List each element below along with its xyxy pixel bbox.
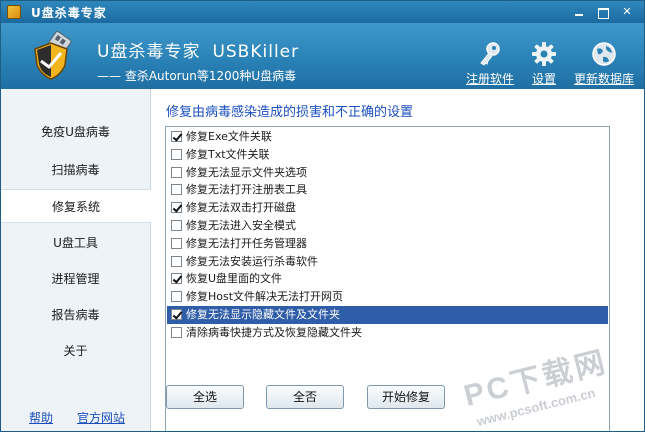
- nav-item-processes[interactable]: 进程管理: [1, 262, 150, 296]
- nav-item-immunize[interactable]: 免疫U盘病毒: [1, 115, 150, 149]
- repair-option-row[interactable]: 修复无法显示隐藏文件及文件夹: [167, 306, 608, 324]
- repair-option-checkbox[interactable]: [171, 273, 182, 285]
- app-window: U盘杀毒专家 ✕ U盘杀毒专家 USBKiller —— 查杀Autorun等12…: [0, 0, 645, 432]
- usb-shield-logo-icon: [34, 31, 72, 80]
- window-title: U盘杀毒专家: [31, 6, 107, 20]
- repair-option-checkbox[interactable]: [171, 202, 182, 214]
- repair-option-row[interactable]: 修复无法安装运行杀毒软件: [167, 253, 608, 271]
- repair-option-row[interactable]: 恢复U盘里面的文件: [167, 270, 608, 288]
- repair-option-checkbox[interactable]: [171, 255, 182, 267]
- repair-option-checkbox[interactable]: [171, 309, 182, 320]
- nav-item-about[interactable]: 关于: [1, 334, 150, 368]
- title-bar[interactable]: U盘杀毒专家 ✕: [1, 1, 644, 23]
- repair-option-label: 修复无法显示文件夹选项: [186, 165, 307, 179]
- maximize-button[interactable]: [595, 4, 611, 20]
- globe-icon: [592, 42, 616, 66]
- repair-option-label: 恢复U盘里面的文件: [186, 272, 283, 286]
- close-button[interactable]: ✕: [619, 4, 635, 20]
- nav-item-report[interactable]: 报告病毒: [1, 298, 150, 332]
- repair-option-checkbox[interactable]: [171, 326, 182, 338]
- repair-option-label: 修复无法打开注册表工具: [186, 183, 307, 197]
- slogan: —— 查杀Autorun等1200种U盘病毒: [97, 69, 297, 83]
- repair-option-row[interactable]: 修复无法打开注册表工具: [167, 181, 608, 199]
- repair-option-row[interactable]: 修复Txt文件关联: [167, 146, 608, 164]
- repair-option-row[interactable]: 修复无法打开任务管理器: [167, 235, 608, 253]
- repair-option-label: 修复无法打开任务管理器: [186, 236, 307, 250]
- repair-option-row[interactable]: 清除病毒快捷方式及恢复隐藏文件夹: [167, 324, 608, 342]
- help-link[interactable]: 帮助: [29, 409, 53, 426]
- repair-option-label: 清除病毒快捷方式及恢复隐藏文件夹: [186, 325, 362, 339]
- repair-option-row[interactable]: 修复无法双击打开磁盘: [167, 199, 608, 217]
- minimize-button[interactable]: [571, 4, 587, 20]
- select-none-button[interactable]: 全否: [266, 385, 344, 409]
- repair-option-row[interactable]: 修复Host文件解决无法打开网页: [167, 288, 608, 306]
- register-label: 注册软件: [465, 72, 514, 86]
- select-all-button[interactable]: 全选: [166, 385, 244, 409]
- start-repair-button[interactable]: 开始修复: [367, 385, 445, 409]
- header-banner: U盘杀毒专家 USBKiller —— 查杀Autorun等1200种U盘病毒 注…: [1, 23, 644, 89]
- repair-option-checkbox[interactable]: [171, 148, 182, 160]
- repair-option-row[interactable]: 修复无法进入安全模式: [167, 217, 608, 235]
- brand-en: USBKiller: [212, 42, 300, 62]
- repair-option-checkbox[interactable]: [171, 184, 182, 196]
- repair-option-row[interactable]: 修复Exe文件关联: [167, 128, 608, 146]
- repair-option-label: 修复Host文件解决无法打开网页: [186, 290, 344, 304]
- repair-option-label: 修复Txt文件关联: [186, 147, 270, 161]
- repair-option-label: 修复无法进入安全模式: [186, 219, 296, 232]
- nav-item-scan[interactable]: 扫描病毒: [1, 153, 150, 187]
- repair-option-row[interactable]: 修复无法显示文件夹选项: [167, 164, 608, 182]
- repair-option-checkbox[interactable]: [171, 166, 182, 178]
- update-label: 更新数据库: [573, 72, 634, 86]
- sidebar: 免疫U盘病毒 扫描病毒 修复系统 U盘工具 进程管理 报告病毒 关于 帮助 官方…: [1, 89, 151, 431]
- gear-icon: [532, 42, 556, 66]
- settings-button[interactable]: 设置: [529, 41, 559, 87]
- settings-label: 设置: [531, 72, 556, 86]
- brand-title: U盘杀毒专家 USBKiller: [97, 37, 299, 62]
- repair-option-label: 修复Exe文件关联: [186, 130, 272, 143]
- nav-item-repair[interactable]: 修复系统: [1, 189, 151, 223]
- website-link[interactable]: 官方网站: [77, 409, 125, 426]
- app-shield-icon: [7, 5, 21, 19]
- key-icon: [480, 42, 500, 66]
- section-title: 修复由病毒感染造成的损害和不正确的设置: [166, 105, 414, 120]
- brand-cn: U盘杀毒专家: [97, 42, 201, 62]
- repair-option-checkbox[interactable]: [171, 237, 182, 249]
- repair-option-label: 修复无法双击打开磁盘: [186, 201, 296, 215]
- register-button[interactable]: 注册软件: [465, 41, 515, 87]
- repair-option-checkbox[interactable]: [171, 291, 182, 303]
- repair-option-label: 修复无法显示隐藏文件及文件夹: [186, 308, 340, 321]
- repair-option-label: 修复无法安装运行杀毒软件: [186, 254, 318, 268]
- repair-option-checkbox[interactable]: [171, 220, 182, 231]
- repair-panel: 修复由病毒感染造成的损害和不正确的设置 修复Exe文件关联 修复Txt文件关联修复…: [152, 89, 644, 431]
- repair-option-checkbox[interactable]: [171, 131, 182, 142]
- update-database-button[interactable]: 更新数据库: [573, 41, 635, 87]
- nav-item-usb-tools[interactable]: U盘工具: [1, 226, 150, 260]
